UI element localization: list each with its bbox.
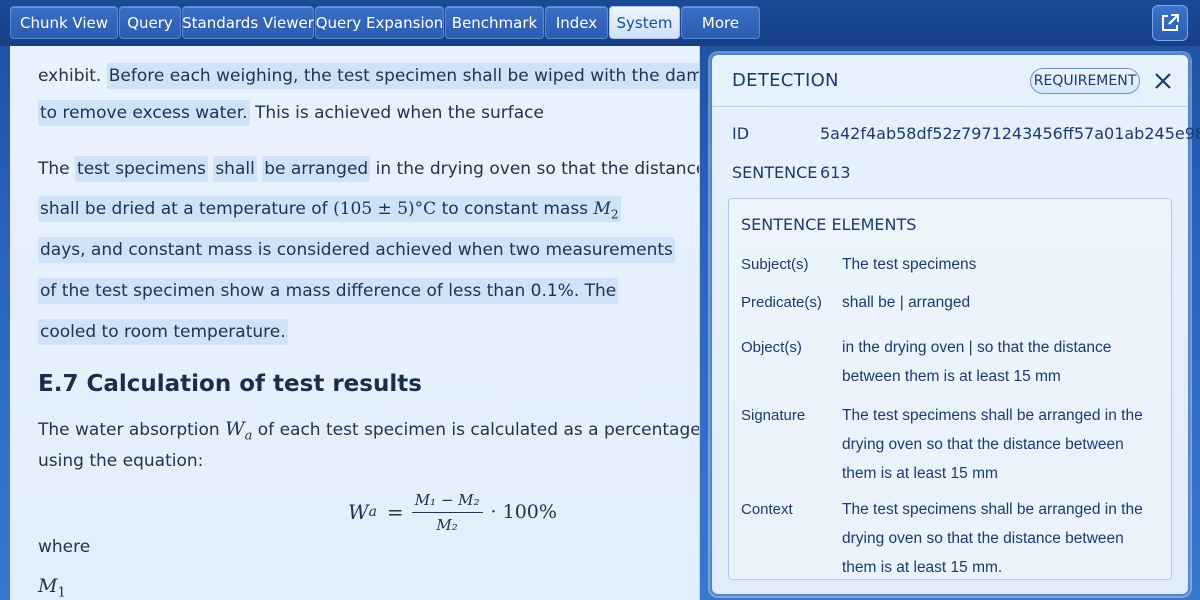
- math-variable: W: [225, 418, 245, 440]
- object-value: in the drying oven | so that the distanc…: [842, 339, 1112, 385]
- doc-text: The water absorption: [38, 420, 220, 440]
- highlighted-subject[interactable]: test specimens: [75, 156, 208, 182]
- subject-value: The test specimens: [842, 256, 977, 273]
- temperature-expression: (105 ± 5)°C: [333, 199, 437, 219]
- highlighted-text[interactable]: days, and constant mass is considered ac…: [38, 237, 675, 263]
- doc-line-5: days, and constant mass is considered ac…: [38, 237, 675, 263]
- panel-header: DETECTION REQUIREMENT: [712, 55, 1188, 107]
- signature-value: The test specimens shall be arranged in …: [842, 407, 1143, 482]
- math-variable: M: [593, 199, 611, 219]
- formula-numerator: M₁ − M₂: [414, 490, 480, 509]
- math-subscript: a: [244, 428, 253, 444]
- doc-text: in the drying oven so that the distance: [375, 159, 700, 179]
- fraction-bar: [411, 511, 483, 513]
- doc-text: The: [38, 159, 70, 179]
- doc-line-1: exhibit. Before each weighing, the test …: [38, 63, 699, 89]
- tab-benchmark[interactable]: Benchmark: [445, 6, 544, 39]
- math-variable: M: [38, 575, 58, 597]
- tab-standards-viewer[interactable]: Standards Viewer: [182, 6, 314, 39]
- formula-lhs-subscript: a: [368, 504, 377, 520]
- water-absorption-formula: Wa = M₁ − M₂ M₂ · 100%: [348, 482, 557, 542]
- doc-line-2: to remove excess water. This is achieved…: [38, 100, 544, 126]
- highlighted-text[interactable]: to remove excess water.: [38, 100, 250, 126]
- subject-label: Subject(s): [741, 256, 809, 273]
- doc-line-7: cooled to room temperature.: [38, 319, 288, 345]
- highlighted-text[interactable]: of the test specimen show a mass differe…: [38, 278, 619, 304]
- tab-system[interactable]: System: [609, 6, 680, 39]
- tab-more[interactable]: More: [681, 6, 760, 39]
- document-viewer: exhibit. Before each weighing, the test …: [10, 46, 700, 600]
- sentence-elements-title: SENTENCE ELEMENTS: [741, 215, 917, 234]
- predicate-label: Predicate(s): [741, 294, 822, 311]
- section-heading: E.7 Calculation of test results: [38, 371, 422, 397]
- close-icon: [1155, 73, 1171, 89]
- doc-text: of each test specimen is calculated as a…: [257, 420, 700, 440]
- doc-line-6: of the test specimen show a mass differe…: [38, 278, 619, 304]
- doc-paragraph-line-2: using the equation:: [38, 451, 204, 471]
- doc-text: to constant mass: [441, 199, 589, 219]
- highlighted-predicate[interactable]: be arranged: [262, 156, 371, 182]
- context-value: The test specimens shall be arranged in …: [842, 501, 1143, 576]
- doc-text: shall be dried at a temperature of: [40, 199, 328, 219]
- formula-rhs: · 100%: [490, 501, 557, 523]
- variable-m1: M1: [38, 575, 66, 600]
- tab-query[interactable]: Query: [119, 6, 181, 39]
- id-label: ID: [732, 124, 750, 143]
- where-label: where: [38, 537, 91, 557]
- doc-paragraph-line-1: The water absorption Wa of each test spe…: [38, 418, 700, 444]
- top-nav-bar: Chunk View Query Standards Viewer Query …: [0, 0, 1200, 46]
- highlighted-text[interactable]: shall be dried at a temperature of (105 …: [38, 196, 621, 222]
- highlighted-text[interactable]: Before each weighing, the test specimen …: [106, 63, 699, 89]
- math-subscript: 1: [57, 585, 66, 600]
- tab-index[interactable]: Index: [545, 6, 608, 39]
- doc-text: exhibit.: [38, 66, 102, 86]
- formula-fraction: M₁ − M₂ M₂: [411, 490, 483, 534]
- doc-line-4: shall be dried at a temperature of (105 …: [38, 196, 621, 222]
- sentence-value: 613: [820, 163, 851, 182]
- tab-chunk-view[interactable]: Chunk View: [10, 6, 118, 39]
- sentence-elements-box: SENTENCE ELEMENTS Subject(s) The test sp…: [728, 198, 1172, 580]
- context-label: Context: [741, 501, 793, 518]
- signature-label: Signature: [741, 407, 806, 424]
- close-panel-button[interactable]: [1150, 68, 1176, 94]
- tab-query-expansion[interactable]: Query Expansion: [315, 6, 444, 39]
- requirement-badge[interactable]: REQUIREMENT: [1030, 68, 1140, 94]
- formula-equals: =: [386, 500, 404, 524]
- object-label: Object(s): [741, 339, 802, 356]
- doc-line-3: The test specimens shall be arranged in …: [38, 156, 700, 182]
- detection-panel: DETECTION REQUIREMENT ID 5a42f4ab58df52z…: [710, 53, 1200, 596]
- sentence-label: SENTENCE: [732, 163, 818, 182]
- open-external-button[interactable]: [1152, 5, 1188, 41]
- doc-text: This is achieved when the surface: [254, 103, 544, 123]
- formula-lhs: W: [348, 500, 369, 524]
- external-link-icon: [1162, 14, 1179, 31]
- highlighted-text[interactable]: cooled to room temperature.: [38, 319, 288, 345]
- formula-denominator: M₂: [436, 515, 458, 534]
- panel-title: DETECTION: [732, 70, 839, 91]
- predicate-value: shall be | arranged: [842, 294, 971, 311]
- math-subscript: 2: [610, 207, 619, 222]
- highlighted-predicate[interactable]: shall: [213, 156, 257, 182]
- id-value: 5a42f4ab58df52z7971243456ff57a01ab245e98…: [820, 124, 1200, 143]
